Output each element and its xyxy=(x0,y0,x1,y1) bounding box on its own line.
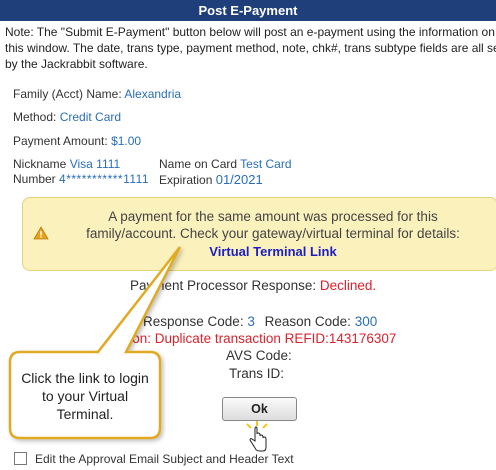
hand-cursor-icon xyxy=(246,421,268,452)
callout-text: Click the link to login to your Virtual … xyxy=(21,370,149,422)
